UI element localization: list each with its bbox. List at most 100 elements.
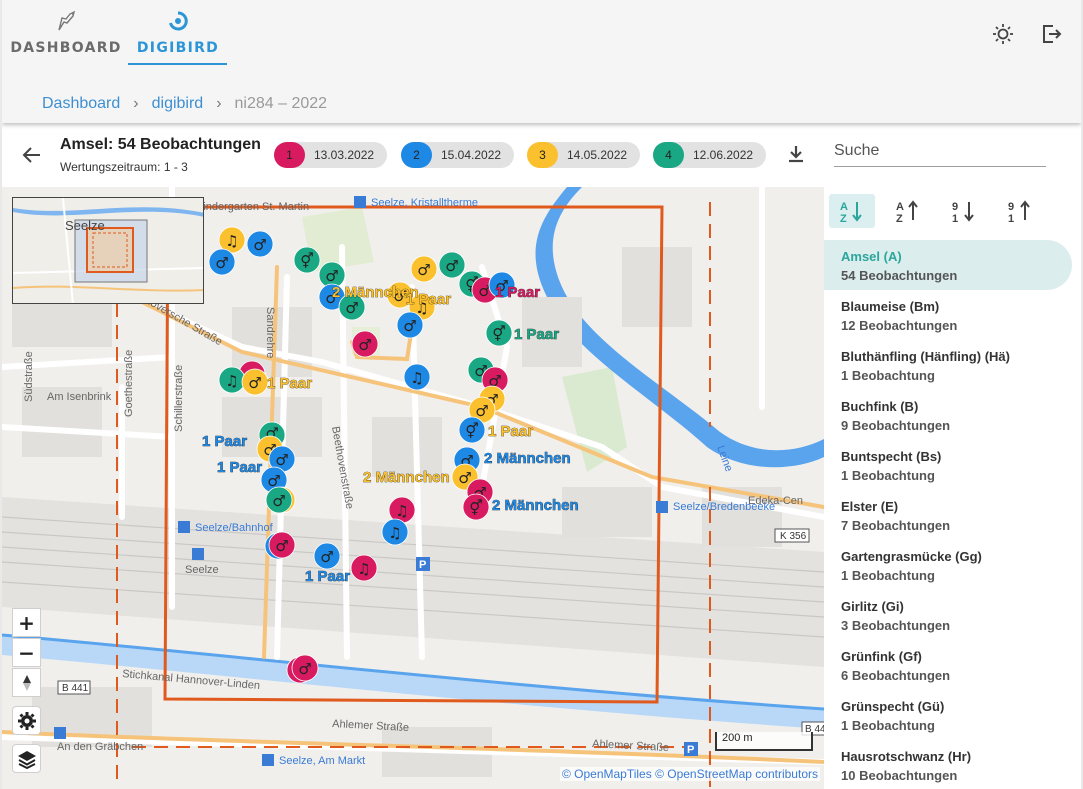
road-shield-b441: B 441 (62, 683, 89, 694)
visit-chip-2[interactable]: 2 15.04.2022 (401, 142, 515, 168)
observation-marker[interactable]: ♫ (381, 518, 409, 546)
visit-chip-3[interactable]: 3 14.05.2022 (527, 142, 641, 168)
tab-digibird[interactable]: DIGIBIRD (133, 8, 223, 66)
species-item-girlitz[interactable]: Girlitz (Gi) 3 Beobachtungen (824, 590, 1072, 640)
compass-icon (22, 674, 31, 691)
visit-chip-1[interactable]: 1 13.03.2022 (274, 142, 388, 168)
visit-number: 3 (527, 142, 558, 168)
territory-label: 2 Männchen (363, 469, 450, 486)
observation-marker[interactable]: ♫ (403, 363, 431, 391)
sort-count-desc-button[interactable]: 91 (997, 194, 1043, 228)
territory-label: 2 Männchen (484, 450, 571, 467)
stop-am-markt: Seelze, Am Markt (279, 755, 365, 767)
svg-text:1: 1 (952, 213, 958, 224)
species-count: 54 Beobachtungen (841, 268, 958, 283)
zoom-in-button[interactable]: + (12, 608, 41, 637)
observation-marker[interactable]: ⚥ (462, 493, 490, 521)
species-item-buntspecht[interactable]: Buntspecht (Bs) 1 Beobachtung (824, 440, 1072, 490)
territory-label: 1 Paar (406, 291, 451, 308)
zoom-out-button[interactable]: − (12, 638, 41, 667)
breadcrumb: Dashboard › digibird › ni284 – 2022 (42, 95, 327, 113)
species-item-gruenspecht[interactable]: Grünspecht (Gü) 1 Beobachtung (824, 690, 1072, 740)
street-label-ahlemer: Ahlemer Straße (332, 718, 410, 734)
observation-marker[interactable]: ♫ (350, 554, 378, 582)
male-symbol-icon: ♂ (275, 451, 288, 469)
street-label-graechten: An den Gräbchen (57, 741, 143, 753)
bird-icon (53, 8, 79, 34)
observation-marker[interactable]: ⚥ (485, 319, 513, 347)
brightness-icon[interactable] (991, 22, 1015, 46)
observation-marker[interactable]: ⚥ (458, 416, 486, 444)
observation-marker[interactable]: ♂ (396, 311, 424, 339)
observation-marker[interactable]: ♂ (291, 654, 319, 682)
logout-icon[interactable] (1039, 22, 1063, 46)
stop-bahnhof: Seelze/Bahnhof (195, 522, 274, 534)
layers-button[interactable] (12, 744, 41, 773)
search-input[interactable] (834, 135, 1046, 167)
male-symbol-icon: ♂ (325, 267, 338, 285)
back-arrow-icon[interactable] (20, 143, 44, 167)
observation-marker[interactable]: ♂ (241, 368, 269, 396)
svg-text:Z: Z (840, 213, 847, 224)
territory-label: 2 Männchen (492, 497, 579, 514)
tab-dashboard[interactable]: DASHBOARD (10, 8, 120, 66)
observation-map[interactable]: Kindergarten St. Martin Hannoversche Str… (2, 187, 824, 789)
pair-symbol-icon: ⚥ (492, 325, 506, 343)
species-count: 3 Beobachtungen (841, 618, 951, 633)
species-item-amsel[interactable]: Amsel (A) 54 Beobachtungen (824, 240, 1072, 290)
breadcrumb-digibird[interactable]: digibird (152, 95, 204, 113)
territory-label: 1 Paar (267, 375, 312, 392)
stop-seelze: Seelze (185, 564, 219, 576)
visit-chip-4[interactable]: 4 12.06.2022 (653, 142, 767, 168)
minimap-label: Seelze (65, 218, 105, 233)
species-name: Buchfink (B) (841, 399, 919, 414)
species-item-blaumeise[interactable]: Blaumeise (Bm) 12 Beobachtungen (824, 290, 1072, 340)
observation-marker[interactable]: ♂ (313, 542, 341, 570)
territory-label: 1 Paar (488, 423, 533, 440)
pair-symbol-icon: ⚥ (300, 252, 314, 270)
svg-text:P: P (419, 559, 426, 571)
observation-marker[interactable]: ♂ (438, 251, 466, 279)
observation-marker[interactable]: ♫ (218, 366, 246, 394)
compass-reset-button[interactable] (12, 668, 41, 697)
species-item-gartengrasmuecke[interactable]: Gartengrasmücke (Gg) 1 Beobachtung (824, 540, 1072, 590)
breadcrumb-dashboard[interactable]: Dashboard (42, 95, 120, 113)
observation-marker[interactable]: ♂ (410, 255, 438, 283)
svg-text:9: 9 (1008, 201, 1014, 213)
species-item-gruenfink[interactable]: Grünfink (Gf) 6 Beobachtungen (824, 640, 1072, 690)
sort-alpha-asc-button[interactable]: AZ (829, 194, 875, 228)
song-note-icon: ♫ (388, 524, 401, 542)
species-name: Blaumeise (Bm) (841, 299, 940, 314)
map-attribution[interactable]: © OpenMapTiles © OpenStreetMap contribut… (559, 767, 820, 781)
observation-marker[interactable]: ♂ (268, 531, 296, 559)
layers-icon (17, 750, 36, 769)
sort-count-asc-button[interactable]: 91 (941, 194, 987, 228)
observation-marker[interactable]: ♂ (351, 330, 379, 358)
visit-date: 15.04.2022 (441, 148, 502, 162)
species-item-bluthaenfling[interactable]: Bluthänfling (Hänfling) (Hä) 1 Beobachtu… (824, 340, 1072, 390)
territory-label: 1 Paar (217, 459, 262, 476)
observation-marker[interactable]: ♂ (265, 486, 293, 514)
observation-marker[interactable]: ♂ (208, 248, 236, 276)
observation-marker[interactable]: ⚥ (293, 246, 321, 274)
active-tab-indicator (128, 63, 227, 65)
stop-bredenbeeke: Seelze/Bredenbeeke (673, 501, 775, 513)
breadcrumb-separator: › (216, 95, 222, 112)
species-item-hausrotschwanz[interactable]: Hausrotschwanz (Hr) 10 Beobachtungen (824, 740, 1072, 789)
observation-marker[interactable]: ♂ (246, 230, 274, 258)
street-label-goethe: Goethestraße (123, 350, 135, 417)
male-symbol-icon: ♂ (272, 492, 285, 510)
map-scale: 200 m (715, 732, 813, 751)
street-label-isenbrink: Am Isenbrink (47, 391, 112, 403)
overview-minimap[interactable]: Seelze (12, 197, 204, 304)
species-item-elster[interactable]: Elster (E) 7 Beobachtungen (824, 490, 1072, 540)
sort-alpha-desc-button[interactable]: AZ (885, 194, 931, 228)
species-name: Grünfink (Gf) (841, 649, 922, 664)
settings-button[interactable] (12, 706, 41, 735)
download-icon[interactable] (784, 142, 808, 166)
species-item-buchfink[interactable]: Buchfink (B) 9 Beobachtungen (824, 390, 1072, 440)
male-symbol-icon: ♂ (253, 236, 266, 254)
male-symbol-icon: ♂ (445, 257, 458, 275)
road-shield-k356: K 356 (780, 531, 807, 542)
species-name: Grünspecht (Gü) (841, 699, 945, 714)
